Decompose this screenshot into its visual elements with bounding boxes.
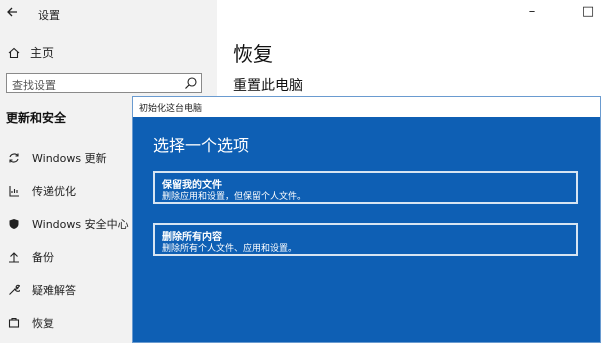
option-description: 删除应用和设置，但保留个人文件。	[162, 192, 307, 202]
keep-files-option[interactable]: 保留我的文件 删除应用和设置，但保留个人文件。	[153, 171, 578, 204]
sidebar-item-label: Windows 安全中心	[32, 218, 129, 231]
sidebar-item-label: 传递优化	[32, 185, 76, 198]
back-button[interactable]	[6, 6, 18, 22]
dialog-title: 初始化这台电脑	[139, 104, 203, 114]
sidebar-item-backup[interactable]: 备份	[8, 249, 54, 265]
delivery-optimization-icon	[9, 186, 19, 197]
sidebar-item-security-center[interactable]: Windows 安全中心	[8, 216, 129, 232]
remove-everything-option[interactable]: 删除所有内容 删除所有个人文件、应用和设置。	[153, 223, 578, 256]
sidebar-item-label: 备份	[32, 251, 54, 264]
sidebar-item-troubleshoot[interactable]: 疑难解答	[8, 282, 76, 298]
home-label: 主页	[30, 46, 55, 60]
option-description: 删除所有个人文件、应用和设置。	[162, 244, 298, 254]
dialog-title-bar: 初始化这台电脑	[133, 97, 600, 117]
recovery-icon	[8, 317, 20, 328]
search-icon	[185, 77, 197, 89]
reset-pc-heading: 重置此电脑	[233, 78, 303, 94]
minimize-button[interactable]: –	[520, 4, 544, 19]
sidebar-item-label: Windows 更新	[32, 152, 107, 165]
back-arrow-icon	[7, 7, 17, 17]
title-bar: 设置 – □	[0, 0, 605, 28]
reset-dialog: 初始化这台电脑 选择一个选项 保留我的文件 删除应用和设置，但保留个人文件。 删…	[132, 96, 601, 343]
backup-icon	[9, 252, 19, 263]
sidebar-item-label: 疑难解答	[32, 284, 76, 297]
home-icon	[8, 47, 20, 58]
sidebar-item-delivery-optimization[interactable]: 传递优化	[8, 183, 76, 199]
sidebar-item-label: 恢复	[32, 317, 54, 330]
section-title: 更新和安全	[6, 111, 67, 125]
sidebar-item-windows-update[interactable]: Windows 更新	[8, 150, 107, 166]
search-box[interactable]	[6, 73, 202, 95]
page-title: 恢复	[233, 42, 273, 66]
shield-icon	[9, 219, 19, 229]
sync-icon	[9, 153, 19, 163]
sidebar-item-recovery[interactable]: 恢复	[8, 315, 54, 331]
dialog-heading: 选择一个选项	[153, 136, 250, 155]
maximize-button[interactable]: □	[576, 4, 600, 19]
search-input[interactable]	[7, 76, 182, 95]
app-title: 设置	[38, 9, 60, 22]
wrench-icon	[9, 284, 20, 295]
home-link[interactable]: 主页	[8, 44, 54, 61]
